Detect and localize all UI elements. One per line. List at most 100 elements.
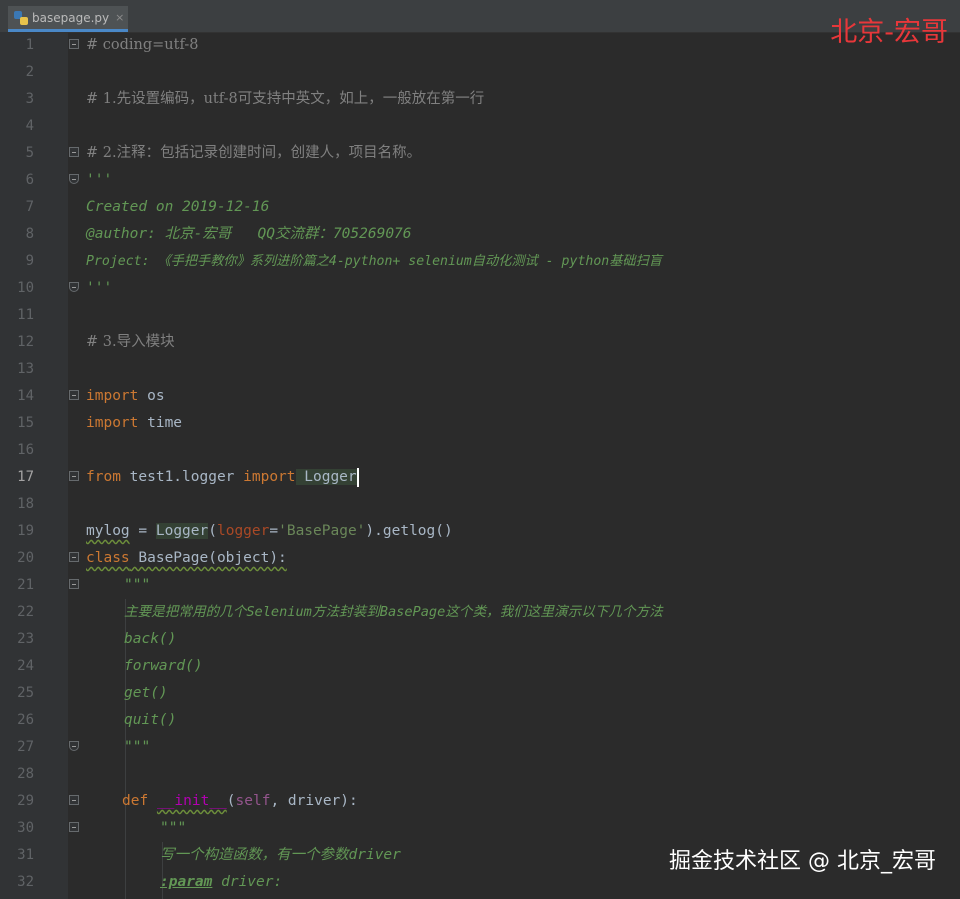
close-tab-icon[interactable]: × — [115, 11, 124, 24]
code-text: """ — [160, 820, 187, 836]
code-text: quit() — [124, 712, 177, 728]
python-file-icon — [14, 10, 28, 25]
line-number: 20 — [17, 550, 34, 566]
watermark-bottom: 掘金技术社区 @ 北京_宏哥 — [669, 849, 936, 874]
line-number: 30 — [17, 820, 34, 836]
fold-marker-icon[interactable] — [69, 471, 79, 481]
line-number: 31 — [17, 847, 34, 863]
code-identifier: Logger — [295, 469, 357, 485]
line-number: 12 — [17, 334, 34, 350]
code-identifier: __init__ — [156, 793, 227, 809]
code-text: import time — [86, 410, 182, 437]
code-punct: , driver): — [270, 793, 358, 809]
code-line: 22 主要是把常用的几个Selenium方法封装到BasePage这个类，我们这… — [0, 599, 960, 626]
line-number: 14 — [17, 388, 34, 404]
code-line: 15 import time — [0, 410, 960, 437]
code-text: Created on 2019-12-16 — [86, 199, 270, 215]
keyword: def — [122, 793, 149, 809]
code-line: 26 quit() — [0, 707, 960, 734]
code-line: 28 — [0, 761, 960, 788]
line-number: 29 — [17, 793, 34, 809]
code-text: :param driver: — [160, 869, 282, 896]
code-line: 9 Project: 《手把手教你》系列进阶篇之4-python+ seleni… — [0, 248, 960, 275]
code-editor[interactable]: 1 # coding=utf-8 2 3 # 1.先设置编码，utf-8可支持中… — [0, 32, 960, 899]
fold-marker-icon[interactable] — [69, 39, 79, 49]
code-text: ''' — [86, 280, 113, 296]
keyword: class — [86, 550, 130, 566]
code-line: 20 class BasePage(object): — [0, 545, 960, 572]
fold-end-marker-icon[interactable] — [69, 741, 79, 751]
code-text: class BasePage(object): — [86, 545, 287, 572]
line-number: 23 — [17, 631, 34, 647]
code-operator: = — [129, 523, 156, 539]
docstring-tag: :param — [160, 874, 213, 890]
code-line: 10 ''' — [0, 275, 960, 302]
code-line: 1 # coding=utf-8 — [0, 32, 960, 59]
code-line: 7 Created on 2019-12-16 — [0, 194, 960, 221]
code-line: 18 — [0, 491, 960, 518]
line-number: 6 — [25, 172, 34, 188]
fold-marker-icon[interactable] — [69, 390, 79, 400]
line-number: 15 — [17, 415, 34, 431]
code-text: """ — [124, 577, 151, 593]
code-line: 2 — [0, 59, 960, 86]
code-line: 30 """ — [0, 815, 960, 842]
line-number: 10 — [17, 280, 34, 296]
fold-end-marker-icon[interactable] — [69, 174, 79, 184]
line-number: 2 — [25, 64, 34, 80]
code-operator: = — [269, 523, 279, 539]
code-text: mylog = Logger(logger='BasePage').getlog… — [86, 518, 453, 545]
code-punct: ( — [208, 523, 217, 539]
code-param: logger — [216, 523, 270, 539]
line-number: 4 — [25, 118, 34, 134]
code-identifier: os — [138, 388, 165, 404]
code-text: ''' — [86, 172, 113, 188]
code-text: import os — [86, 383, 165, 410]
fold-marker-icon[interactable] — [69, 579, 79, 589]
code-line: 29 def __init__(self, driver): — [0, 788, 960, 815]
code-text: # 2.注释：包括记录创建时间，创建人，项目名称。 — [86, 145, 422, 161]
code-line: 19 mylog = Logger(logger='BasePage').get… — [0, 518, 960, 545]
code-line: 12 # 3.导入模块 — [0, 329, 960, 356]
code-line: 4 — [0, 113, 960, 140]
code-line: 27 """ — [0, 734, 960, 761]
code-text: # 3.导入模块 — [86, 334, 175, 350]
line-number: 13 — [17, 361, 34, 377]
keyword: import — [86, 415, 139, 431]
line-number: 22 — [17, 604, 34, 620]
code-text: """ — [124, 739, 151, 755]
code-line: 16 — [0, 437, 960, 464]
watermark-top: 北京-宏哥 — [830, 17, 948, 48]
text-caret — [356, 467, 359, 487]
code-line-current: 17 from test1.logger import Logger — [0, 464, 960, 491]
code-line: 5 # 2.注释：包括记录创建时间，创建人，项目名称。 — [0, 140, 960, 167]
fold-marker-icon[interactable] — [69, 147, 79, 157]
keyword: import — [243, 469, 296, 485]
fold-marker-icon[interactable] — [69, 822, 79, 832]
fold-end-marker-icon[interactable] — [69, 282, 79, 292]
code-text: forward() — [124, 658, 203, 674]
fold-marker-icon[interactable] — [69, 552, 79, 562]
code-line: 3 # 1.先设置编码，utf-8可支持中英文，如上，一般放在第一行 — [0, 86, 960, 113]
tab-basepage-py[interactable]: basepage.py × — [8, 6, 128, 32]
line-number: 32 — [17, 874, 34, 890]
code-identifier: mylog — [86, 523, 130, 539]
fold-marker-icon[interactable] — [69, 795, 79, 805]
line-number: 21 — [17, 577, 34, 593]
line-number: 18 — [17, 496, 34, 512]
code-line: 24 forward() — [0, 653, 960, 680]
code-punct: ( — [226, 793, 236, 809]
code-text: get() — [124, 685, 168, 701]
code-identifier: time — [138, 415, 183, 431]
code-text: @author: 北京-宏哥 QQ交流群：705269076 — [86, 226, 412, 242]
code-punct: ).getlog() — [365, 523, 453, 539]
code-text: 主要是把常用的几个Selenium方法封装到BasePage这个类，我们这里演示… — [124, 604, 663, 620]
code-text: 写一个构造函数，有一个参数driver — [160, 847, 401, 863]
code-text: Project: 《手把手教你》系列进阶篇之4-python+ selenium… — [86, 254, 662, 269]
code-self: self — [235, 793, 271, 809]
line-number: 26 — [17, 712, 34, 728]
line-number: 28 — [17, 766, 34, 782]
keyword: import — [86, 388, 139, 404]
line-number: 25 — [17, 685, 34, 701]
